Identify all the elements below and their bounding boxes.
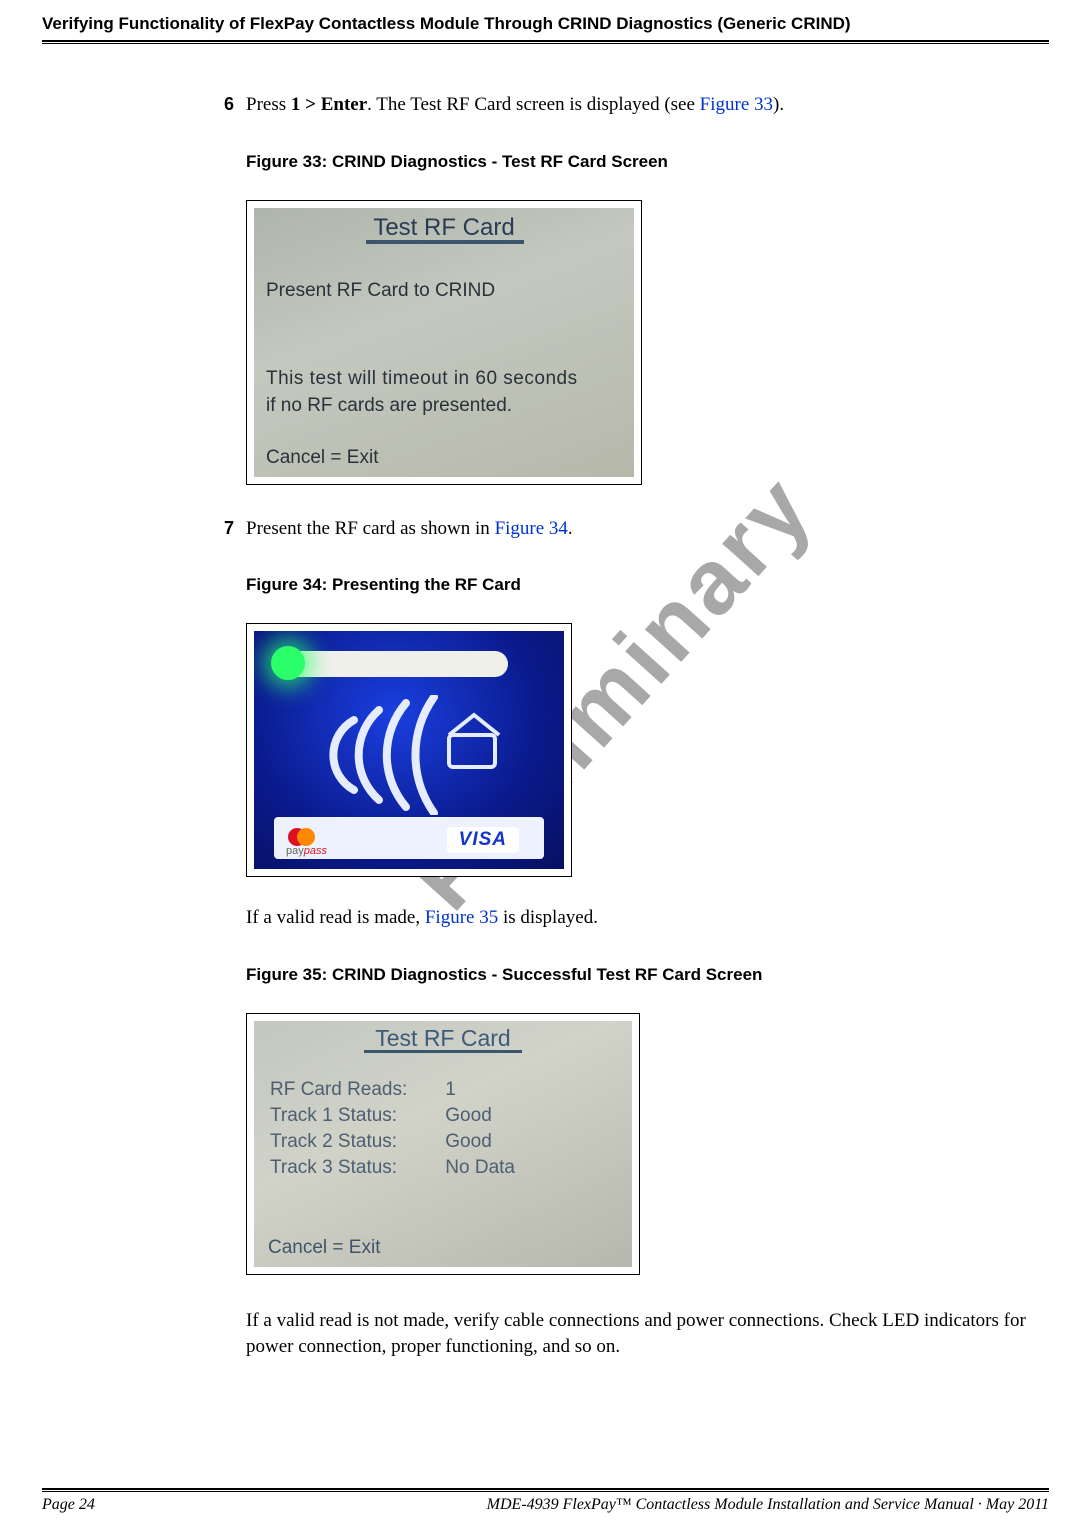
f33-line2: This test will timeout in 60 seconds [266, 368, 578, 390]
f35-title: Test RF Card [254, 1025, 632, 1052]
table-row: Track 2 Status:Good [270, 1129, 515, 1153]
figure-35-caption: Figure 35: CRIND Diagnostics - Successfu… [246, 965, 1049, 985]
figure-33-caption: Figure 33: CRIND Diagnostics - Test RF C… [246, 152, 1049, 172]
figure-34-frame: paypass VISA [246, 623, 572, 877]
step-6-figure-link[interactable]: Figure 33 [700, 94, 773, 115]
footer-doc-title: MDE-4939 FlexPay™ Contactless Module Ins… [487, 1496, 1049, 1514]
step-number-7: 7 [202, 518, 234, 539]
f35-r1-label: RF Card Reads: [270, 1077, 443, 1101]
f35-underline [364, 1050, 522, 1053]
step-7-figure-link[interactable]: Figure 34 [495, 518, 568, 539]
header-rule-bottom [42, 43, 1049, 44]
footer-page-number: Page 24 [42, 1496, 95, 1514]
footer: Page 24 MDE-4939 FlexPay™ Contactless Mo… [42, 1488, 1049, 1514]
f33-cancel: Cancel = Exit [266, 447, 378, 469]
step-6-pre: Press [246, 94, 291, 115]
f35-r3-value: Good [445, 1129, 515, 1153]
figure-34-panel: paypass VISA [254, 631, 564, 869]
step-number-6: 6 [202, 94, 234, 115]
footer-rule-bottom [42, 1491, 1049, 1492]
f35-r3-label: Track 2 Status: [270, 1129, 443, 1153]
figure-35-frame: Test RF Card RF Card Reads:1 Track 1 Sta… [246, 1013, 640, 1275]
f35-cancel: Cancel = Exit [268, 1237, 380, 1259]
step-7-pre: Present the RF card as shown in [246, 518, 495, 539]
f33-underline [366, 240, 524, 244]
f35-r2-value: Good [445, 1103, 515, 1127]
step-7-tail: . [568, 518, 573, 539]
step-6-tail: ). [773, 94, 784, 115]
f35-r4-value: No Data [445, 1155, 515, 1179]
f33-title: Test RF Card [254, 214, 634, 242]
visa-logo: VISA [447, 827, 519, 853]
invalid-read-paragraph: If a valid read is not made, verify cabl… [246, 1308, 1049, 1359]
f35-r2-label: Track 1 Status: [270, 1103, 443, 1127]
table-row: RF Card Reads:1 [270, 1077, 515, 1101]
header-rule-top [42, 40, 1049, 42]
step-6-text: Press 1 > Enter. The Test RF Card screen… [246, 92, 784, 118]
valid-read-post: is displayed. [498, 907, 598, 928]
f35-results-table: RF Card Reads:1 Track 1 Status:Good Trac… [268, 1075, 517, 1181]
paypass-label: paypass [286, 845, 327, 857]
figure-33-screen: Test RF Card Present RF Card to CRIND Th… [254, 208, 634, 477]
figure-35-screen: Test RF Card RF Card Reads:1 Track 1 Sta… [254, 1021, 632, 1267]
f33-line1: Present RF Card to CRIND [266, 280, 495, 302]
footer-rule-top [42, 1488, 1049, 1490]
valid-read-pre: If a valid read is made, [246, 907, 425, 928]
f34-card-slot [278, 651, 508, 677]
step-6-bold: 1 > Enter [291, 94, 367, 115]
f35-r4-label: Track 3 Status: [270, 1155, 443, 1179]
step-6-post: . The Test RF Card screen is displayed (… [367, 94, 700, 115]
f33-line3: if no RF cards are presented. [266, 395, 512, 417]
contactless-icon [314, 695, 514, 815]
figure-34-caption: Figure 34: Presenting the RF Card [246, 575, 1049, 595]
figure-35-link[interactable]: Figure 35 [425, 907, 498, 928]
step-7-text: Present the RF card as shown in Figure 3… [246, 516, 573, 542]
f35-r1-value: 1 [445, 1077, 515, 1101]
running-head: Verifying Functionality of FlexPay Conta… [42, 0, 1049, 40]
figure-33-frame: Test RF Card Present RF Card to CRIND Th… [246, 200, 642, 485]
table-row: Track 3 Status:No Data [270, 1155, 515, 1179]
table-row: Track 1 Status:Good [270, 1103, 515, 1127]
valid-read-paragraph: If a valid read is made, Figure 35 is di… [246, 905, 1049, 931]
